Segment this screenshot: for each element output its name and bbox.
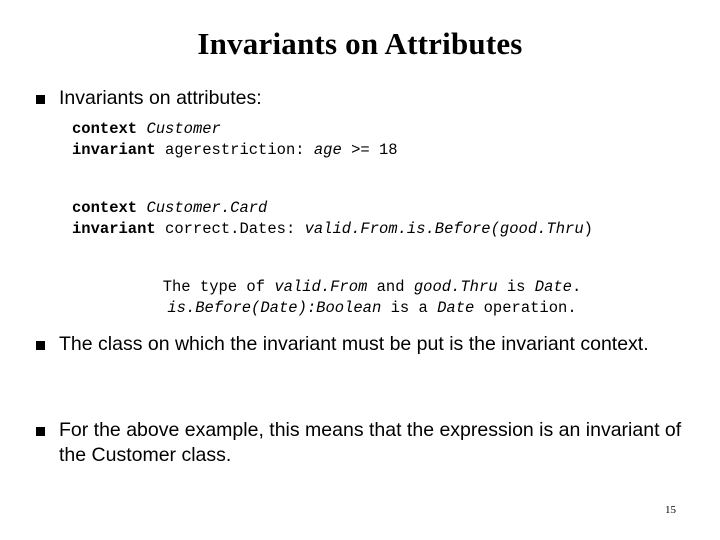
code-class-name: Customer [146,120,221,138]
page-number: 15 [665,504,676,516]
code-expr-rest-2: ) [583,220,593,238]
note-line2-d: operation. [474,299,577,317]
square-bullet-icon [36,341,45,350]
square-bullet-icon [36,427,45,436]
note-line1-e: is [497,278,535,296]
note-line2-b: is a [381,299,438,317]
bullet-item-3: For the above example, this means that t… [36,418,708,468]
note-line1-c: and [367,278,414,296]
bullet-item-1: Invariants on attributes: [36,86,696,111]
code-block-1: context Customer invariant agerestrictio… [72,119,398,161]
code-expr-attribute: age [313,141,342,159]
page-title: Invariants on Attributes [197,26,523,61]
bullet-item-2-label: The class on which the invariant must be… [59,333,649,355]
code-keyword-invariant: invariant [72,141,156,159]
bullet-item-3-label: For the above example, this means that t… [59,419,682,466]
code-expr-rest: >= 18 [341,141,398,159]
code-block-2: context Customer.Card invariant correct.… [72,198,593,240]
note-line2-date: Date [437,299,475,317]
slide: Invariants on Attributes Invariants on a… [0,0,720,540]
code-invariant-name: agerestriction: [165,141,305,159]
code-class-name-2: Customer.Card [146,199,268,217]
square-bullet-icon [36,95,45,104]
note-line1-g: . [572,278,582,296]
code-invariant-name-2: correct.Dates: [165,220,296,238]
note-line1-validfrom: valid.From [274,278,368,296]
code-keyword-invariant-2: invariant [72,220,156,238]
note-line2-isbefore: is.Before(Date):Boolean [167,299,382,317]
bullet-item-1-label: Invariants on attributes: [59,87,262,109]
bullet-item-2: The class on which the invariant must be… [36,332,708,357]
type-note: The type of valid.From and good.Thru is … [72,277,672,319]
note-line1-a: The type of [162,278,275,296]
code-keyword-context-2: context [72,199,138,217]
note-line1-date: Date [534,278,572,296]
code-keyword-context: context [72,120,138,138]
note-line1-goodthru: good.Thru [413,278,498,296]
code-expr-attribute-2: valid.From.is.Before(good.Thru [304,220,584,238]
